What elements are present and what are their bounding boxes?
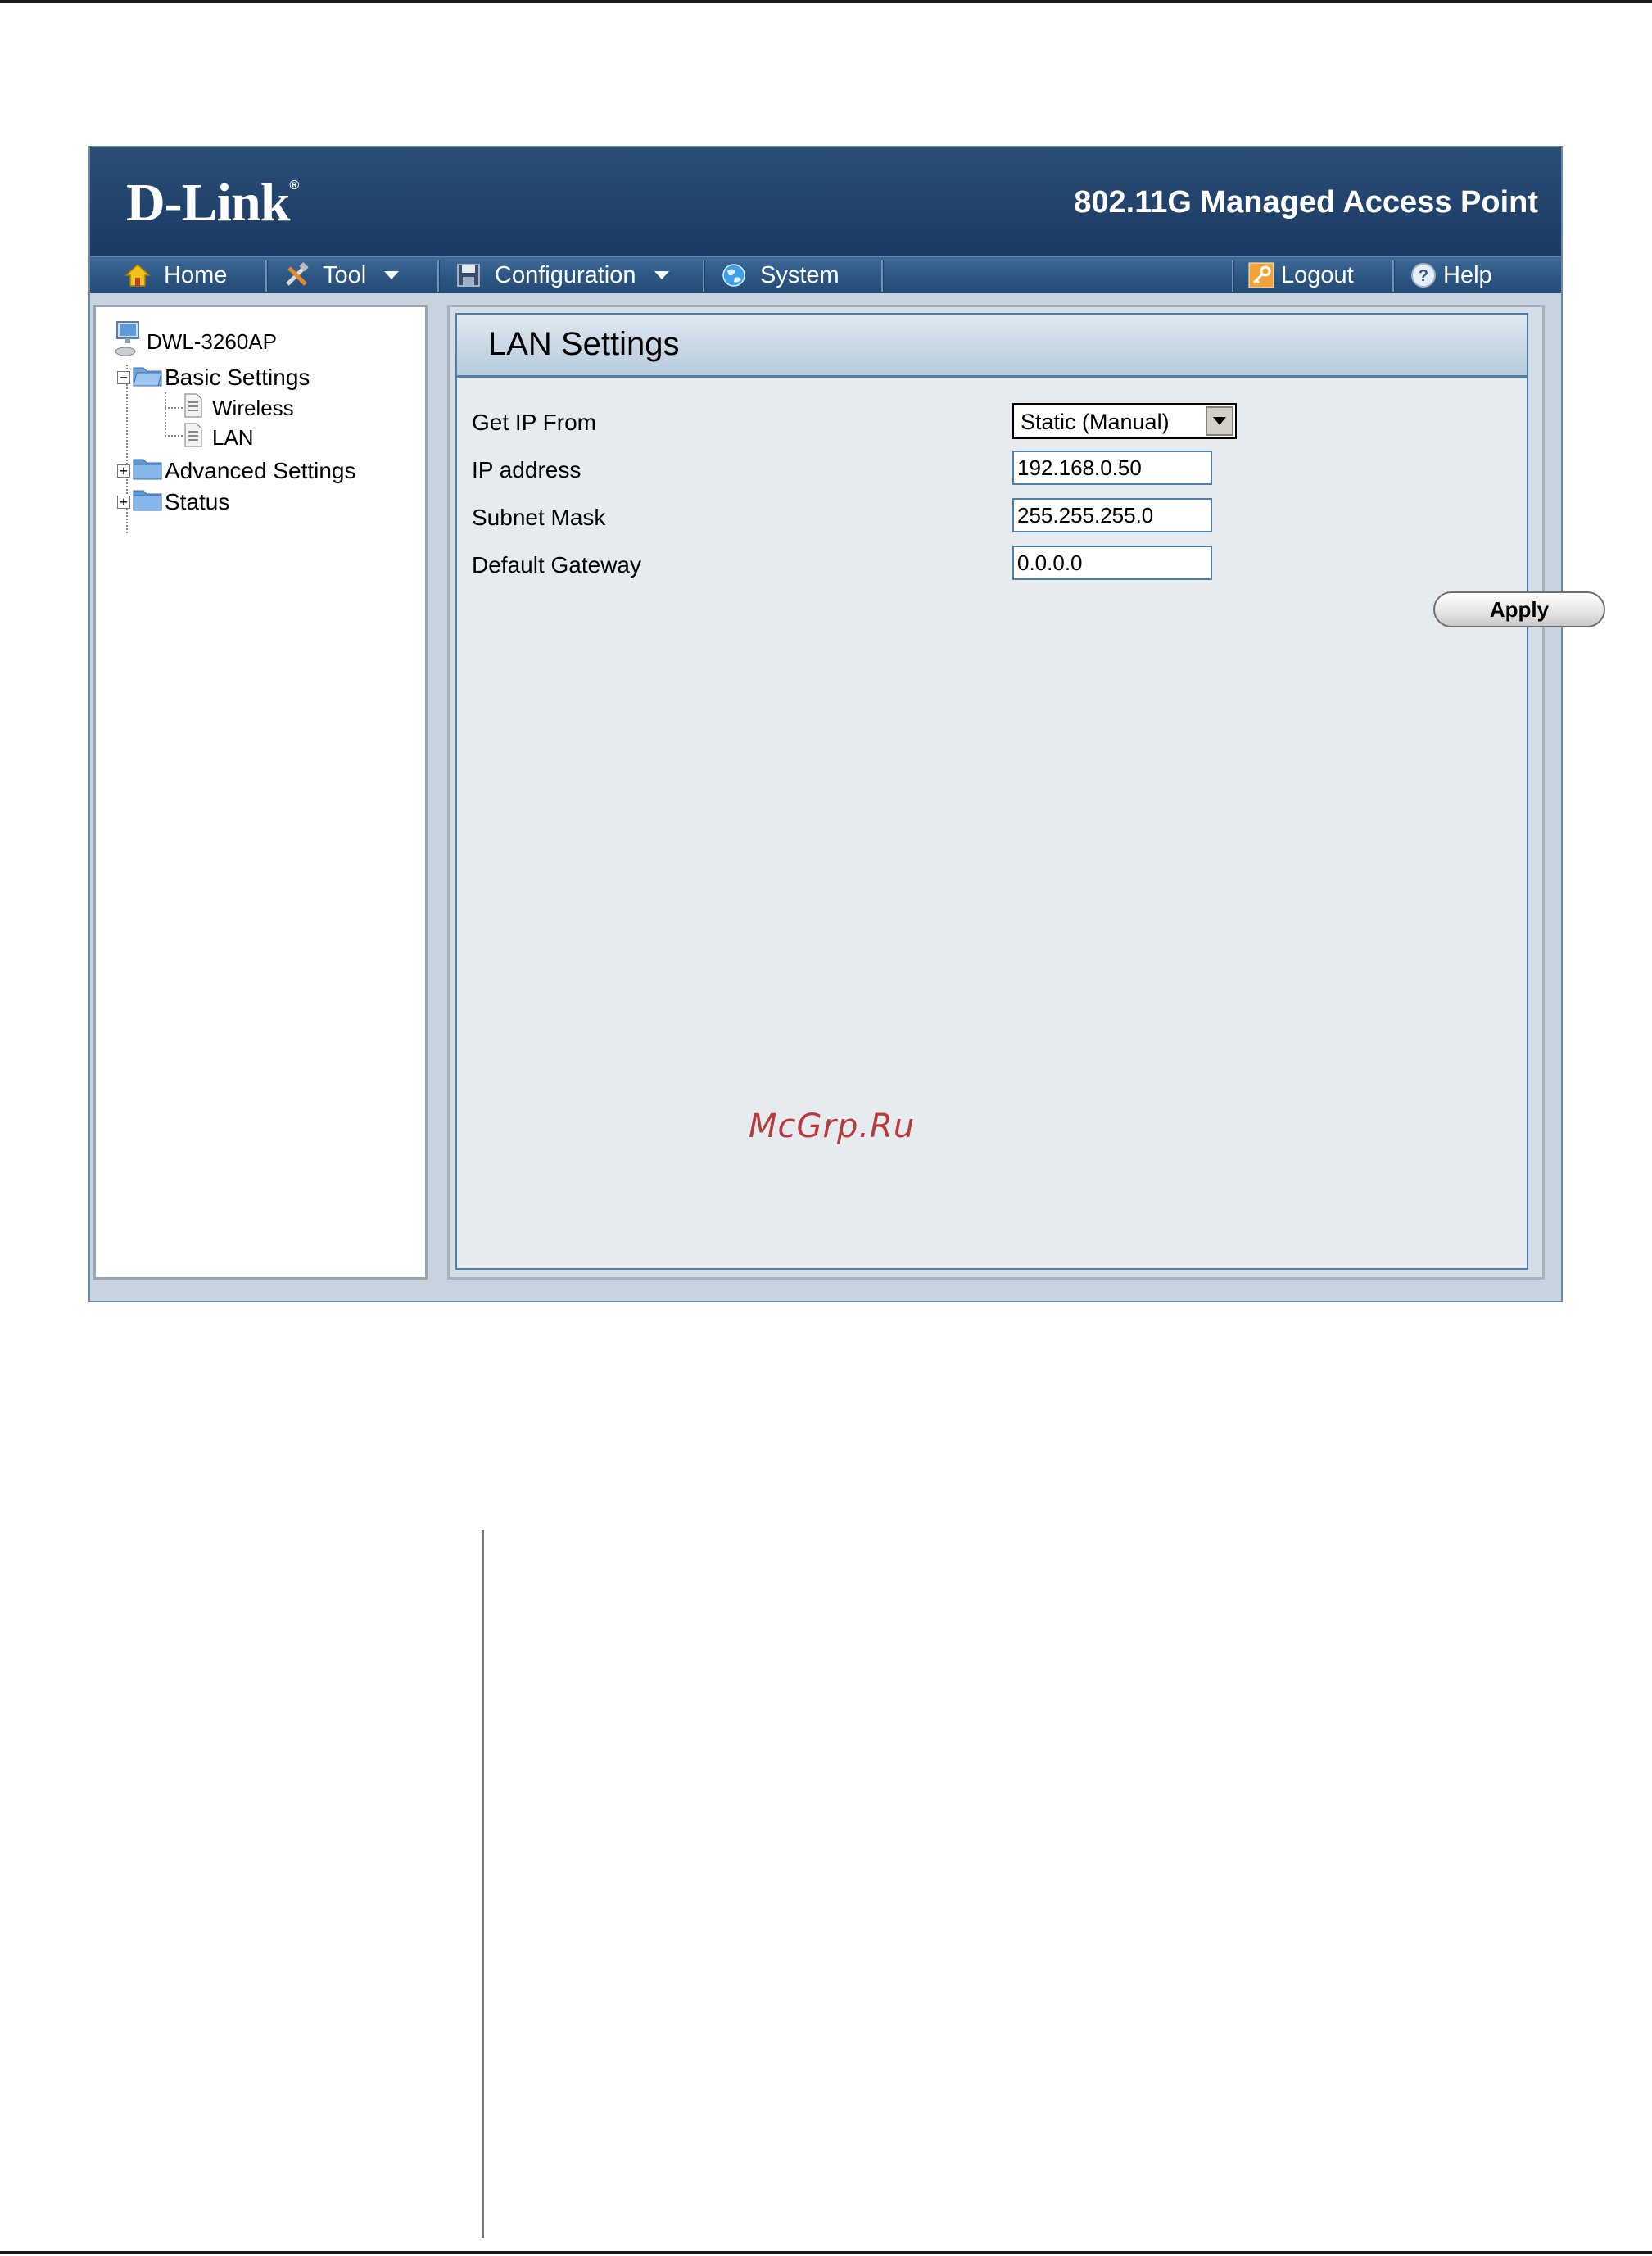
tree-item-advanced-settings[interactable]: + Advanced Settings: [117, 455, 356, 487]
default-gateway-label: Default Gateway: [472, 552, 641, 578]
dlink-logo: D-Link®: [126, 173, 299, 233]
lan-settings-panel: LAN Settings Get IP From Static (Manual)…: [455, 313, 1605, 1270]
menu-home-label: Home: [164, 261, 228, 288]
chevron-down-icon: [654, 271, 669, 279]
navigation-tree: DWL-3260AP − Basic Settings Wireless LAN: [93, 305, 428, 1280]
tree-item-advanced-settings-label: Advanced Settings: [165, 457, 356, 483]
menu-help[interactable]: ? Help: [1409, 257, 1492, 293]
menu-bar: Home Tool Configuration System Logout ? …: [90, 256, 1561, 293]
document-icon: [183, 392, 204, 424]
home-icon: [123, 260, 152, 290]
panel-header: LAN Settings: [457, 315, 1527, 378]
tree-item-device[interactable]: DWL-3260AP: [112, 320, 277, 364]
get-ip-from-value: Static (Manual): [1021, 410, 1170, 434]
header-bar: D-Link® 802.11G Managed Access Point: [90, 147, 1561, 256]
help-icon: ?: [1409, 260, 1438, 290]
ip-address-input[interactable]: 192.168.0.50: [1012, 451, 1212, 485]
ip-address-label: IP address: [472, 457, 582, 482]
menu-configuration[interactable]: Configuration: [454, 257, 669, 293]
product-title: 802.11G Managed Access Point: [1074, 185, 1538, 220]
get-ip-from-label: Get IP From: [472, 410, 596, 435]
folder-icon: [132, 486, 163, 518]
tree-item-wireless[interactable]: Wireless: [183, 392, 294, 424]
menu-tool[interactable]: Tool: [282, 257, 400, 293]
tree-item-basic-settings-label: Basic Settings: [165, 364, 310, 390]
menu-system[interactable]: System: [719, 257, 840, 293]
tree-item-status[interactable]: + Status: [117, 486, 229, 518]
watermark: McGrp.Ru: [749, 1108, 916, 1145]
tree-item-device-label: DWL-3260AP: [147, 329, 277, 354]
key-icon: [1247, 260, 1276, 290]
save-disk-icon: [454, 260, 483, 290]
default-gateway-input[interactable]: 0.0.0.0: [1012, 546, 1212, 580]
page-top-rule: [0, 0, 1652, 3]
tools-icon: [282, 260, 311, 290]
menu-help-label: Help: [1443, 261, 1492, 288]
expand-icon[interactable]: +: [117, 495, 130, 509]
tree-item-status-label: Status: [165, 488, 230, 514]
panel-title: LAN Settings: [488, 326, 680, 362]
menu-system-label: System: [760, 261, 840, 288]
get-ip-from-select[interactable]: Static (Manual): [1012, 403, 1237, 439]
menu-configuration-label: Configuration: [495, 261, 636, 288]
menu-logout-label: Logout: [1281, 261, 1354, 288]
tree-item-basic-settings[interactable]: − Basic Settings: [117, 361, 310, 393]
chevron-down-icon: [384, 271, 400, 279]
tree-item-wireless-label: Wireless: [212, 396, 294, 420]
apply-button[interactable]: Apply: [1433, 591, 1605, 627]
svg-text:?: ?: [1419, 267, 1428, 285]
subnet-mask-input[interactable]: 255.255.255.0: [1012, 498, 1212, 532]
menu-home[interactable]: Home: [123, 257, 227, 293]
tree-item-lan[interactable]: LAN: [183, 422, 254, 454]
collapse-icon[interactable]: −: [117, 370, 130, 384]
computer-icon: [112, 320, 145, 364]
folder-icon: [132, 455, 163, 487]
page-bottom-rule: [0, 2251, 1652, 2254]
page-column-divider: [482, 1530, 484, 2238]
menu-tool-label: Tool: [323, 261, 367, 288]
globe-icon: [719, 260, 749, 290]
subnet-mask-label: Subnet Mask: [472, 505, 606, 530]
tree-item-lan-label: LAN: [212, 425, 254, 450]
menu-logout[interactable]: Logout: [1247, 257, 1354, 293]
chevron-down-icon[interactable]: [1206, 406, 1233, 436]
document-icon: [183, 422, 204, 454]
expand-icon[interactable]: +: [117, 464, 130, 478]
folder-open-icon: [132, 361, 163, 393]
